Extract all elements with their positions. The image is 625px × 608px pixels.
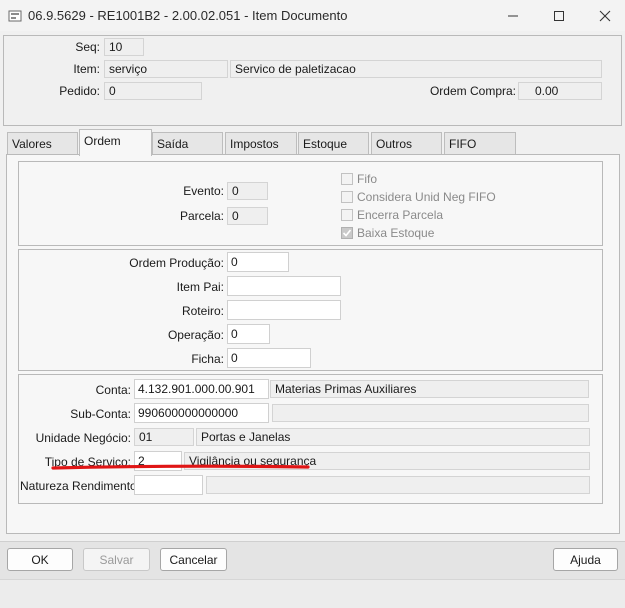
unidade-negocio-description-field: Portas e Janelas bbox=[196, 428, 590, 446]
tab-ordem[interactable]: Ordem bbox=[79, 129, 152, 156]
ok-button[interactable]: OK bbox=[7, 548, 73, 571]
ficha-label: Ficha: bbox=[191, 352, 224, 366]
conta-input[interactable]: 4.132.901.000.00.901 bbox=[134, 379, 269, 399]
checkbox-box bbox=[341, 173, 353, 185]
checkbox-box bbox=[341, 191, 353, 203]
cancelar-button[interactable]: Cancelar bbox=[160, 548, 227, 571]
item-description-field: Servico de paletizacao bbox=[230, 60, 602, 78]
item-pai-input[interactable] bbox=[227, 276, 341, 296]
encerra-label: Encerra Parcela bbox=[357, 208, 444, 222]
ordem-producao-input[interactable]: 0 bbox=[227, 252, 289, 272]
unidade-negocio-field: 01 bbox=[134, 428, 194, 446]
ordem-compra-field: 0.00 bbox=[518, 82, 602, 100]
sub-conta-label: Sub-Conta: bbox=[70, 407, 131, 421]
close-button[interactable] bbox=[582, 0, 625, 31]
roteiro-label: Roteiro: bbox=[181, 304, 224, 318]
checkbox-box bbox=[341, 209, 353, 221]
natureza-rendimento-description-field bbox=[206, 476, 590, 494]
evento-field: 0 bbox=[227, 182, 268, 200]
operacao-label: Operação: bbox=[167, 328, 224, 342]
app-icon bbox=[8, 9, 22, 23]
encerra-parcela-checkbox[interactable]: Encerra Parcela bbox=[341, 208, 443, 222]
item-code-field: serviço bbox=[104, 60, 228, 78]
item-label: Item: bbox=[73, 62, 100, 76]
tab-estoque[interactable]: Estoque bbox=[298, 132, 369, 154]
pedido-label: Pedido: bbox=[59, 84, 100, 98]
conta-label: Conta: bbox=[95, 383, 131, 397]
evento-group bbox=[18, 161, 603, 246]
fifo-checkbox[interactable]: Fifo bbox=[341, 172, 377, 186]
tab-fifo[interactable]: FIFO bbox=[444, 132, 516, 154]
ordem-producao-label: Ordem Produção: bbox=[129, 256, 224, 270]
close-icon bbox=[599, 10, 611, 21]
natureza-rendimento-input[interactable] bbox=[134, 475, 203, 495]
window-title: 06.9.5629 - RE1001B2 - 2.00.02.051 - Ite… bbox=[28, 8, 348, 23]
tab-impostos[interactable]: Impostos bbox=[225, 132, 297, 154]
item-pai-label: Item Pai: bbox=[176, 280, 224, 294]
maximize-icon bbox=[554, 10, 564, 21]
seq-field: 10 bbox=[104, 38, 144, 56]
operacao-input[interactable]: 0 bbox=[227, 324, 270, 344]
roteiro-input[interactable] bbox=[227, 300, 341, 320]
tab-valores[interactable]: Valores bbox=[7, 132, 78, 154]
considera-label: Considera Unid Neg FIFO bbox=[357, 190, 496, 204]
unidade-negocio-label: Unidade Negócio: bbox=[35, 431, 131, 445]
salvar-button[interactable]: Salvar bbox=[83, 548, 150, 571]
parcela-field: 0 bbox=[227, 207, 268, 225]
maximize-button[interactable] bbox=[536, 0, 582, 31]
minimize-icon bbox=[508, 15, 518, 16]
tab-outros[interactable]: Outros bbox=[371, 132, 442, 154]
checkbox-box bbox=[341, 227, 353, 239]
red-underline-annotation bbox=[51, 464, 310, 470]
sub-conta-description-field bbox=[272, 404, 589, 422]
tab-saida[interactable]: Saída bbox=[152, 132, 223, 154]
baixa-estoque-checkbox[interactable]: Baixa Estoque bbox=[341, 226, 434, 240]
status-bar bbox=[0, 579, 625, 608]
checkmark-icon bbox=[342, 229, 352, 237]
seq-label: Seq: bbox=[75, 40, 100, 54]
ordem-compra-label: Ordem Compra: bbox=[429, 84, 516, 98]
sub-conta-input[interactable]: 990600000000000 bbox=[134, 403, 269, 423]
baixa-label: Baixa Estoque bbox=[357, 226, 435, 240]
considera-unid-neg-checkbox[interactable]: Considera Unid Neg FIFO bbox=[341, 190, 496, 204]
ficha-input[interactable]: 0 bbox=[227, 348, 311, 368]
fifo-label: Fifo bbox=[357, 172, 378, 186]
conta-description-field: Materias Primas Auxiliares bbox=[270, 380, 589, 398]
evento-label: Evento: bbox=[183, 184, 224, 198]
ajuda-button[interactable]: Ajuda bbox=[553, 548, 618, 571]
pedido-field: 0 bbox=[104, 82, 202, 100]
minimize-button[interactable] bbox=[490, 0, 536, 31]
natureza-rendimento-label: Natureza Rendimento: bbox=[20, 479, 141, 493]
parcela-label: Parcela: bbox=[179, 209, 224, 223]
